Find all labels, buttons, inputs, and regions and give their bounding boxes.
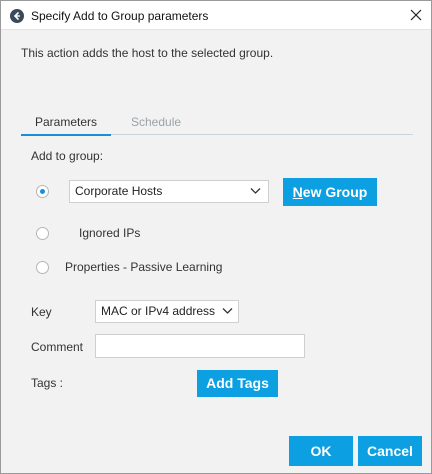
title-bar: Specify Add to Group parameters xyxy=(1,1,431,30)
new-group-mnemonic: N xyxy=(292,184,303,200)
ignored-ips-label: Ignored IPs xyxy=(79,226,141,240)
new-group-button[interactable]: New Group xyxy=(283,178,377,206)
ok-button[interactable]: OK xyxy=(289,436,353,466)
tab-bar: Parameters Schedule xyxy=(21,113,413,136)
new-group-label: ew Group xyxy=(302,184,368,200)
chevron-down-icon xyxy=(222,308,233,314)
close-icon xyxy=(410,9,422,21)
radio-group-select[interactable] xyxy=(36,185,49,198)
dialog: Specify Add to Group parameters This act… xyxy=(0,0,432,474)
action-description: This action adds the host to the selecte… xyxy=(21,46,274,60)
comment-input[interactable] xyxy=(95,334,305,358)
group-select-value: Corporate Hosts xyxy=(75,184,163,198)
key-select-value: MAC or IPv4 address xyxy=(101,304,216,318)
window-title: Specify Add to Group parameters xyxy=(31,9,209,23)
tab-schedule[interactable]: Schedule xyxy=(117,115,195,135)
tab-parameters[interactable]: Parameters xyxy=(21,115,112,136)
radio-properties-passive-learning[interactable] xyxy=(36,261,49,274)
chevron-down-icon xyxy=(250,188,261,194)
key-label: Key xyxy=(31,305,52,319)
add-tags-button[interactable]: Add Tags xyxy=(197,370,278,397)
properties-passive-learning-label: Properties - Passive Learning xyxy=(65,260,223,274)
tags-label: Tags : xyxy=(31,376,64,390)
group-select[interactable]: Corporate Hosts xyxy=(69,180,269,203)
close-button[interactable] xyxy=(405,5,427,25)
comment-label: Comment xyxy=(31,340,84,354)
radio-ignored-ips[interactable] xyxy=(36,227,49,240)
add-to-group-label: Add to group: xyxy=(31,149,104,163)
cancel-button[interactable]: Cancel xyxy=(358,436,422,466)
key-select[interactable]: MAC or IPv4 address xyxy=(95,300,239,323)
app-icon xyxy=(10,9,24,23)
